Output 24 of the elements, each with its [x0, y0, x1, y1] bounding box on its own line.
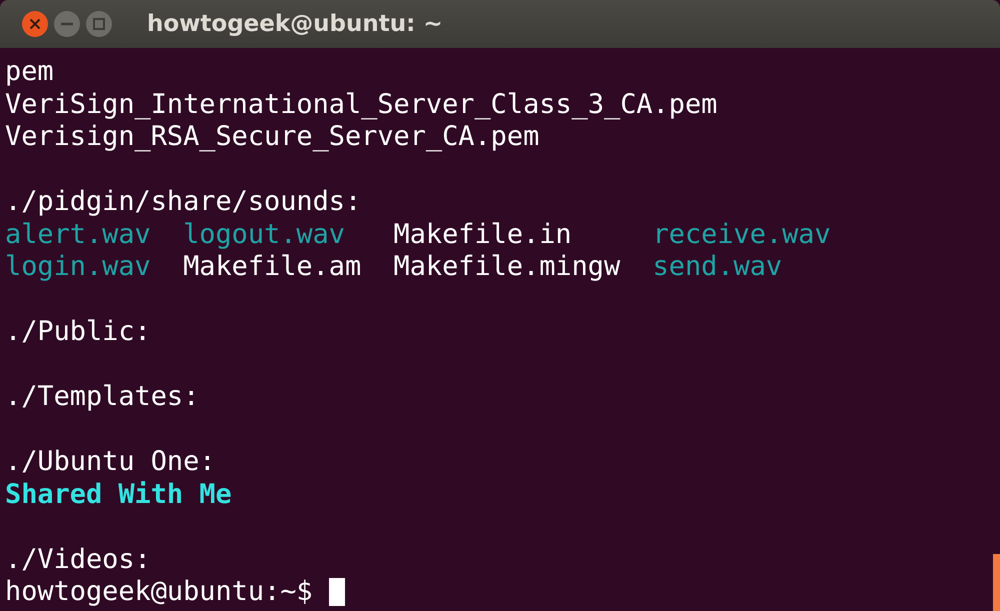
- output-line: ./Videos:: [5, 544, 151, 576]
- output-line: ./Templates:: [5, 381, 200, 414]
- output-line: ./pidgin/share/sounds:: [5, 186, 362, 218]
- file-name: Makefile.in: [394, 218, 573, 251]
- file-name: Makefile.am: [183, 251, 362, 284]
- shell-prompt: howtogeek@ubuntu:~$: [5, 576, 313, 608]
- window-title: howtogeek@ubuntu: ~: [147, 11, 443, 37]
- file-name: receive.wav: [652, 218, 832, 251]
- close-icon[interactable]: [21, 10, 49, 38]
- file-name: Makefile.mingw: [394, 251, 622, 284]
- output-line: Verisign_RSA_Secure_Server_CA.pem: [5, 121, 540, 154]
- file-name: alert.wav: [5, 218, 152, 251]
- file-name: logout.wav: [183, 218, 346, 251]
- output-line: VeriSign_International_Server_Class_3_CA.pem: [5, 88, 718, 121]
- text-cursor: [328, 578, 345, 606]
- scrollbar-thumb[interactable]: [993, 554, 1000, 611]
- output-line: ./Ubuntu One:: [5, 446, 216, 478]
- output-line: pem: [5, 56, 54, 88]
- file-name: login.wav: [5, 251, 152, 284]
- maximize-icon[interactable]: [85, 10, 113, 38]
- minimize-icon[interactable]: [53, 10, 81, 38]
- output-line: ./Public:: [5, 316, 151, 348]
- file-name: send.wav: [652, 251, 784, 284]
- directory-name: Shared With Me: [5, 478, 233, 511]
